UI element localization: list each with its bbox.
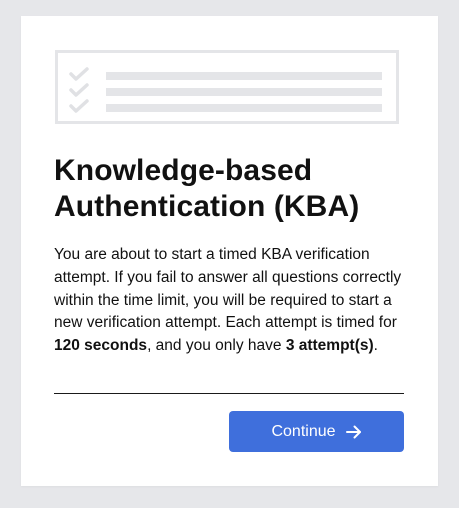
- checklist-line: [106, 72, 382, 80]
- dialog-description: You are about to start a timed KBA verif…: [54, 244, 402, 358]
- continue-button[interactable]: Continue: [229, 411, 404, 452]
- attempts-value: 3 attempt(s): [285, 337, 374, 355]
- checklist-line: [106, 104, 382, 112]
- time-limit-value: 120 seconds: [54, 337, 148, 355]
- divider: [54, 393, 404, 394]
- continue-button-label: Continue: [271, 422, 336, 440]
- checkmark-icon: [69, 99, 89, 113]
- description-text: , and you only have: [147, 337, 286, 355]
- checkmark-icon: [69, 83, 89, 97]
- kba-dialog-card: Knowledge-based Authentication (KBA) You…: [21, 16, 438, 486]
- description-text: .: [373, 337, 378, 355]
- checkmark-icon: [69, 67, 89, 81]
- arrow-right-icon: [345, 425, 361, 438]
- description-text: You are about to start a timed KBA verif…: [54, 246, 402, 332]
- checklist-illustration: [55, 50, 399, 124]
- checklist-line: [106, 88, 382, 96]
- dialog-title: Knowledge-based Authentication (KBA): [54, 154, 360, 223]
